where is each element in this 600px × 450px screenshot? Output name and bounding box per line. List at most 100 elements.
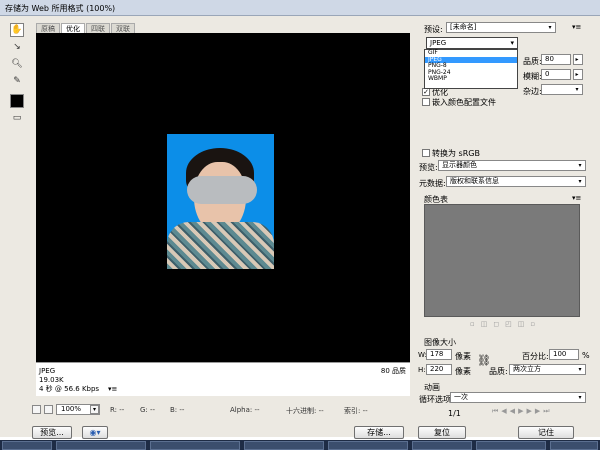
- chevron-down-icon: ▾: [548, 24, 552, 31]
- zoom-out-button[interactable]: [32, 405, 41, 414]
- height-value: 220: [430, 365, 444, 373]
- taskbar-item[interactable]: [412, 441, 472, 450]
- color-table[interactable]: [424, 204, 580, 317]
- tab-optimized[interactable]: 优化: [61, 23, 85, 33]
- photo-scarf: [167, 222, 274, 269]
- chevron-down-icon: ▾: [578, 178, 582, 185]
- eyedropper-color-swatch[interactable]: [10, 94, 24, 108]
- remember-button[interactable]: 记住: [518, 426, 574, 439]
- hand-tool-icon[interactable]: ✋: [10, 23, 24, 37]
- loop-select[interactable]: 一次 ▾: [450, 392, 586, 403]
- percent-unit: %: [582, 351, 590, 360]
- status-alpha: Alpha: --: [230, 406, 260, 414]
- convert-srgb-label: 转换为 sRGB: [432, 149, 480, 158]
- frame-counter: 1/1: [448, 409, 461, 418]
- info-time: 4 秒 @ 56.6 Kbps: [39, 385, 100, 393]
- windows-taskbar: [0, 440, 600, 450]
- percent-input[interactable]: 100: [549, 349, 579, 360]
- toggle-slices-icon[interactable]: ▭: [10, 111, 24, 125]
- taskbar-item[interactable]: [244, 441, 324, 450]
- status-bar: 100% ▾ R: -- G: -- B: -- Alpha: -- 十六进制:…: [30, 402, 410, 420]
- preset-value: [未命名]: [450, 23, 477, 31]
- info-format: JPEG: [39, 367, 56, 375]
- zoom-dropdown-arrow-icon[interactable]: ▾: [90, 405, 99, 414]
- slice-select-tool-icon[interactable]: ↘: [10, 40, 24, 54]
- optimization-info: JPEG 19.03K 4 秒 @ 56.6 Kbps ▾≡ 80 品质: [36, 362, 410, 396]
- width-input[interactable]: 178: [426, 349, 452, 360]
- photo-eye-blur: [187, 176, 257, 204]
- width-unit: 像素: [455, 352, 471, 361]
- status-b: B: --: [170, 406, 185, 414]
- browser-icon: ◉▾: [89, 428, 101, 437]
- title-bar: 存储为 Web 所用格式 (100%): [0, 0, 600, 16]
- blur-value: 0: [545, 70, 550, 78]
- quality-label: 品质:: [523, 57, 542, 66]
- preview-value: 显示器颜色: [442, 161, 477, 169]
- view-tabs: 原稿 优化 四联 双联: [36, 23, 136, 33]
- zoom-in-button[interactable]: [44, 405, 53, 414]
- embed-profile-checkbox[interactable]: [422, 98, 430, 106]
- preview-label: 预览:: [419, 163, 438, 172]
- reset-button[interactable]: 复位: [418, 426, 466, 439]
- blur-input[interactable]: 0: [541, 69, 571, 80]
- format-option[interactable]: WBMP: [425, 75, 517, 83]
- chevron-down-icon: ▾: [578, 394, 582, 401]
- preview-photo: [167, 134, 274, 269]
- optimized-checkbox[interactable]: ✓: [422, 88, 430, 96]
- info-menu-icon[interactable]: ▾≡: [108, 385, 117, 394]
- metadata-select[interactable]: 版权和联系信息 ▾: [446, 176, 586, 187]
- preset-select[interactable]: [未命名] ▾: [446, 22, 556, 33]
- taskbar-item[interactable]: [56, 441, 146, 450]
- height-input[interactable]: 220: [426, 364, 452, 375]
- percent-value: 100: [553, 350, 567, 358]
- matte-label: 杂边:: [523, 87, 542, 96]
- loop-label: 循环选项:: [419, 395, 454, 404]
- taskbar-item[interactable]: [328, 441, 408, 450]
- status-hex: 十六进制: --: [286, 407, 324, 415]
- animation-controls-icon[interactable]: ⏮◀◀▶▶▶⏭: [492, 407, 553, 416]
- width-value: 178: [430, 350, 444, 358]
- format-value: JPEG: [430, 39, 447, 47]
- taskbar-item[interactable]: [150, 441, 240, 450]
- metadata-value: 版权和联系信息: [450, 177, 499, 185]
- color-table-menu-icon[interactable]: ▾≡: [572, 194, 581, 202]
- blur-dropdown-icon[interactable]: ▸: [573, 69, 583, 80]
- taskbar-item[interactable]: [550, 441, 598, 450]
- quality-input[interactable]: 80: [541, 54, 571, 65]
- animation-label: 动画: [424, 383, 440, 392]
- format-select[interactable]: JPEG ▾: [426, 37, 518, 49]
- quality-dropdown-icon[interactable]: ▸: [573, 54, 583, 65]
- browser-select-button[interactable]: ◉▾: [82, 426, 108, 439]
- status-r: R: --: [110, 406, 125, 414]
- taskbar-item[interactable]: [2, 441, 52, 450]
- tab-original[interactable]: 原稿: [36, 23, 60, 33]
- chevron-down-icon: ▾: [578, 162, 582, 169]
- chevron-down-icon: ▾: [578, 366, 582, 373]
- percent-label: 百分比:: [522, 352, 549, 361]
- settings-menu-icon[interactable]: ▾≡: [572, 23, 581, 31]
- quality-value: 80: [545, 55, 554, 63]
- loop-value: 一次: [454, 393, 468, 401]
- metadata-label: 元数据:: [419, 179, 446, 188]
- info-size: 19.03K: [39, 376, 64, 384]
- tab-2-up[interactable]: 双联: [111, 23, 135, 33]
- chevron-down-icon: ▾: [575, 86, 579, 93]
- embed-profile-label: 嵌入颜色配置文件: [432, 98, 496, 107]
- eyedropper-tool-icon[interactable]: ✎: [10, 74, 24, 88]
- taskbar-item[interactable]: [476, 441, 546, 450]
- tab-4-up[interactable]: 四联: [86, 23, 110, 33]
- resample-quality-label: 品质:: [489, 367, 508, 376]
- matte-select[interactable]: ▾: [541, 84, 583, 95]
- resample-quality-value: 两次立方: [513, 365, 541, 373]
- zoom-value: 100%: [61, 405, 82, 413]
- image-size-label: 图像大小: [424, 338, 456, 347]
- save-button[interactable]: 存储...: [354, 426, 404, 439]
- preview-button[interactable]: 预览...: [32, 426, 72, 439]
- height-unit: 像素: [455, 367, 471, 376]
- convert-srgb-checkbox[interactable]: [422, 149, 430, 157]
- preview-select[interactable]: 显示器颜色 ▾: [438, 160, 586, 171]
- toolbox: ✋ ↘ 🔍︎ ✎ ▭: [6, 20, 28, 130]
- zoom-tool-icon[interactable]: 🔍︎: [10, 57, 24, 71]
- resample-quality-select[interactable]: 两次立方 ▾: [509, 364, 586, 375]
- color-table-tools-icon[interactable]: ▫◫◻◰◫▫: [470, 320, 541, 328]
